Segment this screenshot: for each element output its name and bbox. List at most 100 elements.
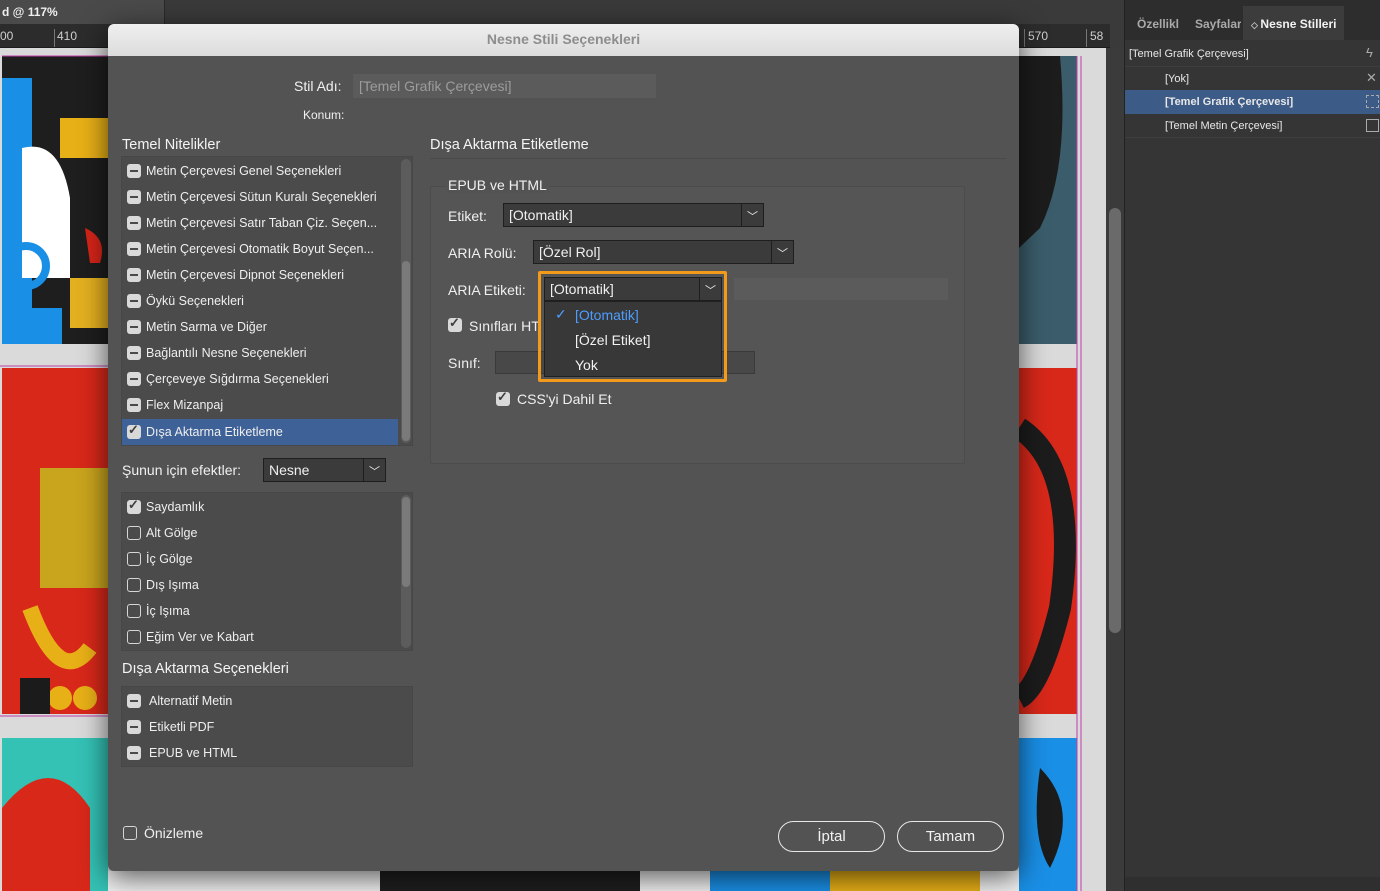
- checkbox[interactable]: [127, 216, 141, 230]
- scrollbar-thumb[interactable]: [402, 497, 410, 587]
- basic-attributes-heading: Temel Nitelikler: [122, 137, 221, 153]
- list-scrollbar[interactable]: [401, 159, 411, 443]
- checkbox[interactable]: [127, 720, 141, 734]
- callout-highlight-box: [538, 271, 727, 382]
- list-item[interactable]: Metin Çerçevesi Sütun Kuralı Seçenekleri: [122, 184, 398, 210]
- list-item-label: Çerçeveye Sığdırma Seçenekleri: [146, 372, 329, 386]
- style-item-none[interactable]: [Yok] ✕: [1125, 66, 1380, 90]
- classes-checkbox[interactable]: [448, 315, 462, 332]
- tag-label: Etiket:: [448, 208, 487, 224]
- aria-role-dropdown[interactable]: [Özel Rol] ﹀: [533, 240, 794, 264]
- list-item[interactable]: İç Işıma: [122, 598, 398, 624]
- checkbox[interactable]: [127, 630, 141, 644]
- checkbox[interactable]: [127, 578, 141, 592]
- list-item[interactable]: Çerçeveye Sığdırma Seçenekleri: [122, 366, 398, 392]
- style-item-label: [Yok]: [1165, 73, 1190, 85]
- tab-properties[interactable]: Özellikl: [1137, 17, 1179, 31]
- cross-icon: ✕: [1366, 70, 1377, 85]
- aria-role-label: ARIA Rolü:: [448, 245, 517, 261]
- list-item-label: Metin Çerçevesi Sütun Kuralı Seçenekleri: [146, 190, 377, 204]
- chevron-down-icon: ﹀: [741, 204, 763, 226]
- style-item-basic-text-frame[interactable]: [Temel Metin Çerçevesi]: [1125, 114, 1380, 138]
- list-item-label: Etiketli PDF: [149, 720, 215, 734]
- panel-tabs: Özellikl Sayfalar ◇ Nesne Stilleri: [1125, 0, 1380, 40]
- chevron-down-icon: ﹀: [771, 241, 793, 263]
- object-styles-panel: Özellikl Sayfalar ◇ Nesne Stilleri [Teme…: [1124, 0, 1380, 891]
- ruler-label: 58: [1090, 29, 1104, 43]
- style-name-input[interactable]: [Temel Grafik Çerçevesi]: [353, 74, 656, 98]
- list-item-label: Dış Işıma: [146, 578, 199, 592]
- include-css-checkbox[interactable]: [496, 389, 510, 406]
- list-item[interactable]: Metin Çerçevesi Genel Seçenekleri: [122, 158, 398, 184]
- list-item[interactable]: İç Gölge: [122, 546, 398, 572]
- checkbox[interactable]: [127, 422, 141, 439]
- dropdown-value: [Otomatik]: [509, 207, 573, 223]
- preview-label: Önizleme: [144, 825, 204, 841]
- ok-button[interactable]: Tamam: [897, 821, 1004, 852]
- checkbox[interactable]: [127, 242, 141, 256]
- dropdown-value: [Özel Rol]: [539, 244, 601, 260]
- tag-dropdown[interactable]: [Otomatik] ﹀: [503, 203, 764, 227]
- list-item[interactable]: Alt Gölge: [122, 520, 398, 546]
- checkbox[interactable]: [127, 746, 141, 760]
- tab-pages[interactable]: Sayfalar: [1195, 17, 1241, 31]
- checkbox[interactable]: [127, 164, 141, 178]
- checkbox[interactable]: [127, 294, 141, 308]
- checkbox[interactable]: [127, 398, 141, 412]
- list-item[interactable]: EPUB ve HTML: [122, 740, 412, 766]
- ruler-label: 00: [0, 29, 14, 43]
- scrollbar-thumb[interactable]: [1109, 208, 1121, 633]
- aria-label-text-field[interactable]: [734, 278, 948, 300]
- tab-object-styles[interactable]: ◇ Nesne Stilleri: [1243, 6, 1345, 40]
- checkbox[interactable]: [127, 526, 141, 540]
- checkbox[interactable]: [127, 552, 141, 566]
- list-item[interactable]: Metin Çerçevesi Dipnot Seçenekleri: [122, 262, 398, 288]
- list-item-label: Metin Çerçevesi Otomatik Boyut Seçen...: [146, 242, 374, 256]
- graphic-frame-icon: [1366, 95, 1379, 108]
- list-item[interactable]: Bağlantılı Nesne Seçenekleri: [122, 340, 398, 366]
- list-item-selected[interactable]: Dışa Aktarma Etiketleme: [122, 419, 398, 445]
- list-item[interactable]: Öykü Seçenekleri: [122, 288, 398, 314]
- list-item[interactable]: Alternatif Metin: [122, 688, 412, 714]
- style-item-basic-graphic-frame[interactable]: [Temel Grafik Çerçevesi]: [1125, 90, 1380, 114]
- list-scrollbar[interactable]: [401, 495, 411, 648]
- tab-object-styles-label: Nesne Stilleri: [1260, 17, 1337, 31]
- checkbox[interactable]: [127, 604, 141, 618]
- effects-for-label: Şunun için efektler:: [122, 462, 242, 478]
- list-item[interactable]: Metin Çerçevesi Otomatik Boyut Seçen...: [122, 236, 398, 262]
- list-item-label: EPUB ve HTML: [149, 746, 238, 760]
- list-item[interactable]: Flex Mizanpaj: [122, 392, 398, 418]
- list-item-label: Öykü Seçenekleri: [146, 294, 244, 308]
- chevron-down-icon: ﹀: [363, 459, 385, 481]
- current-style-label: [Temel Grafik Çerçevesi]: [1129, 48, 1249, 60]
- epub-group-title: EPUB ve HTML: [446, 177, 549, 193]
- effects-for-dropdown[interactable]: Nesne ﹀: [263, 458, 386, 482]
- text-frame-icon: [1366, 119, 1379, 132]
- checkbox[interactable]: [127, 694, 141, 708]
- canvas-vertical-scrollbar[interactable]: [1106, 48, 1124, 891]
- checkbox[interactable]: [127, 372, 141, 386]
- list-item-label: Dışa Aktarma Etiketleme: [146, 425, 283, 439]
- checkbox[interactable]: [127, 497, 141, 514]
- cancel-button[interactable]: İptal: [778, 821, 885, 852]
- list-item-label: Eğim Ver ve Kabart: [146, 630, 254, 644]
- checkbox[interactable]: [127, 320, 141, 334]
- list-item[interactable]: Etiketli PDF: [122, 714, 412, 740]
- document-tab[interactable]: d @ 117%: [0, 0, 165, 24]
- preview-checkbox[interactable]: [123, 826, 137, 840]
- list-item[interactable]: Saydamlık: [122, 494, 398, 520]
- checkbox[interactable]: [127, 346, 141, 360]
- ruler-label: 570: [1028, 29, 1049, 43]
- scrollbar-thumb[interactable]: [402, 261, 410, 441]
- list-item-label: Bağlantılı Nesne Seçenekleri: [146, 346, 307, 360]
- new-style-bolt-icon[interactable]: ϟ: [1366, 45, 1379, 60]
- list-item[interactable]: Metin Sarma ve Diğer: [122, 314, 398, 340]
- checkbox[interactable]: [127, 190, 141, 204]
- list-item[interactable]: Eğim Ver ve Kabart: [122, 624, 398, 650]
- checkbox[interactable]: [127, 268, 141, 282]
- list-item-label: Alt Gölge: [146, 526, 198, 540]
- dialog-title: Nesne Stili Seçenekleri: [108, 24, 1019, 56]
- list-item-label: Saydamlık: [146, 500, 205, 514]
- list-item[interactable]: Dış Işıma: [122, 572, 398, 598]
- list-item[interactable]: Metin Çerçevesi Satır Taban Çiz. Seçen..…: [122, 210, 398, 236]
